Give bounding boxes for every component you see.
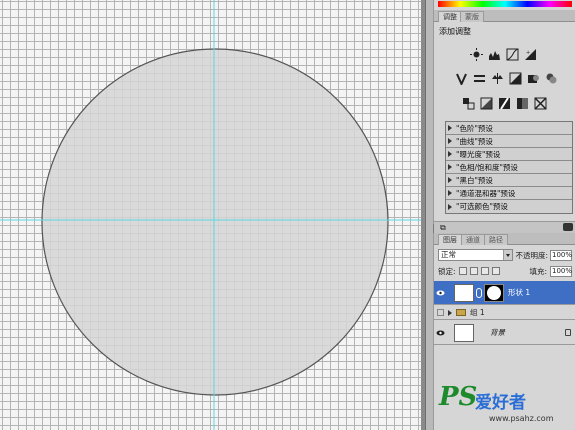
lock-all-icon[interactable] [491,267,500,275]
panel-options-icon[interactable] [563,223,573,231]
blend-mode-value: 正常 [441,250,456,259]
layer-row-shape1[interactable]: 形状 1 [434,281,575,305]
lock-transparency-icon[interactable] [458,267,467,275]
preset-levels[interactable]: "色阶"预设 [446,122,572,135]
blend-row: 正常 不透明度: 100% [438,248,572,262]
color-spectrum[interactable] [438,1,572,7]
invert-icon[interactable] [461,96,475,110]
tab-masks[interactable]: 蒙版 [460,11,484,22]
expand-triangle-icon[interactable] [448,164,452,170]
color-balance-icon[interactable] [490,71,504,85]
preset-hue-saturation[interactable]: "色相/饱和度"预设 [446,161,572,174]
hue-saturation-icon[interactable] [472,71,486,85]
expand-triangle-icon[interactable] [448,309,452,316]
levels-icon[interactable] [487,47,501,61]
lock-position-icon[interactable] [480,267,489,275]
preset-label: "色相/饱和度"预设 [456,162,518,172]
threshold-icon[interactable] [497,96,511,110]
preset-label: "色阶"预设 [456,123,493,133]
preset-channel-mixer[interactable]: "通道混和器"预设 [446,187,572,200]
adjustments-footer: ⧉ [434,221,575,233]
visibility-toggle[interactable] [434,309,446,316]
opacity-input[interactable]: 100% [550,249,572,261]
svg-text:+: + [526,50,530,56]
layer-thumbnail[interactable] [454,283,474,302]
preset-black-white[interactable]: "黑白"预设 [446,174,572,187]
fill-label: 填充: [529,266,547,276]
vibrance-icon[interactable] [454,71,468,85]
document-canvas[interactable] [0,0,421,430]
preset-label: "曝光度"预设 [456,149,501,159]
lock-label: 锁定: [438,266,456,276]
adjust-icons-row-3 [461,96,547,112]
tab-channels[interactable]: 通道 [461,234,485,245]
preset-curves[interactable]: "曲线"预设 [446,135,572,148]
watermark-url: www.psahz.com [489,414,554,423]
preset-label: "曲线"预设 [456,136,493,146]
new-layer-icon[interactable]: ⧉ [440,223,446,233]
expand-triangle-icon[interactable] [448,190,452,196]
photo-filter-icon[interactable] [526,71,540,85]
preset-selective-color[interactable]: "可选颜色"预设 [446,200,572,213]
visibility-eye-icon[interactable] [434,330,446,336]
add-adjustment-title: 添加调整 [439,27,471,36]
black-white-icon[interactable] [508,71,522,85]
expand-triangle-icon[interactable] [448,177,452,183]
expand-triangle-icon[interactable] [448,151,452,157]
adjustments-panel: 调整 蒙版 添加调整 + "色阶"预设 "曲线"预设 "曝光度"预设 "色相/饱… [433,0,575,233]
presets-list: "色阶"预设 "曲线"预设 "曝光度"预设 "色相/饱和度"预设 "黑白"预设 … [445,121,573,214]
exposure-icon[interactable]: + [523,47,537,61]
layer-thumbnail[interactable] [454,323,474,342]
lock-pixels-icon[interactable] [469,267,478,275]
lock-icon [565,329,571,336]
chevron-down-icon[interactable] [503,250,513,260]
posterize-icon[interactable] [479,96,493,110]
adjust-icons-row-2 [454,71,558,87]
preset-label: "可选颜色"预设 [456,202,508,211]
link-chain-icon[interactable] [476,287,482,298]
visibility-eye-icon[interactable] [434,290,446,296]
layer-row-background[interactable]: 背景 [434,321,575,345]
folder-icon [456,309,466,316]
blend-mode-select[interactable]: 正常 [438,249,514,261]
tab-layers[interactable]: 图层 [438,234,462,245]
expand-triangle-icon[interactable] [448,203,452,210]
brightness-icon[interactable] [469,47,483,61]
expand-triangle-icon[interactable] [448,138,452,144]
adjust-icons-row-1: + [469,47,537,63]
layer-name: 背景 [490,328,505,337]
opacity-label: 不透明度: [515,250,548,260]
watermark-cn: 爱好者 [475,393,526,413]
lock-row: 锁定: 填充: 100% [438,265,572,277]
preset-exposure[interactable]: "曝光度"预设 [446,148,572,161]
channel-mixer-icon[interactable] [544,71,558,85]
vertical-scrollbar[interactable] [425,0,433,430]
watermark-ps: PS [439,382,478,412]
circle-shape[interactable] [41,48,389,396]
layer-name: 形状 1 [508,288,531,297]
expand-triangle-icon[interactable] [448,125,452,131]
adjustments-tabbar: 调整 蒙版 [434,10,575,22]
canvas-artwork [0,0,421,430]
fill-input[interactable]: 100% [550,265,572,277]
selective-color-icon[interactable] [533,96,547,110]
preset-label: "黑白"预设 [456,175,493,185]
gradient-map-icon[interactable] [515,96,529,110]
layer-row-group1[interactable]: 组 1 [434,306,575,320]
preset-label: "通道混和器"预设 [456,188,516,198]
curves-icon[interactable] [505,47,519,61]
layers-tabbar: 图层 通道 路径 [434,233,575,245]
tab-adjustments[interactable]: 调整 [438,11,462,22]
layer-name: 组 1 [470,308,485,317]
tab-paths[interactable]: 路径 [484,234,508,245]
watermark: PS 爱好者 www.psahz.com [437,382,573,428]
vector-mask-thumbnail[interactable] [484,283,504,302]
